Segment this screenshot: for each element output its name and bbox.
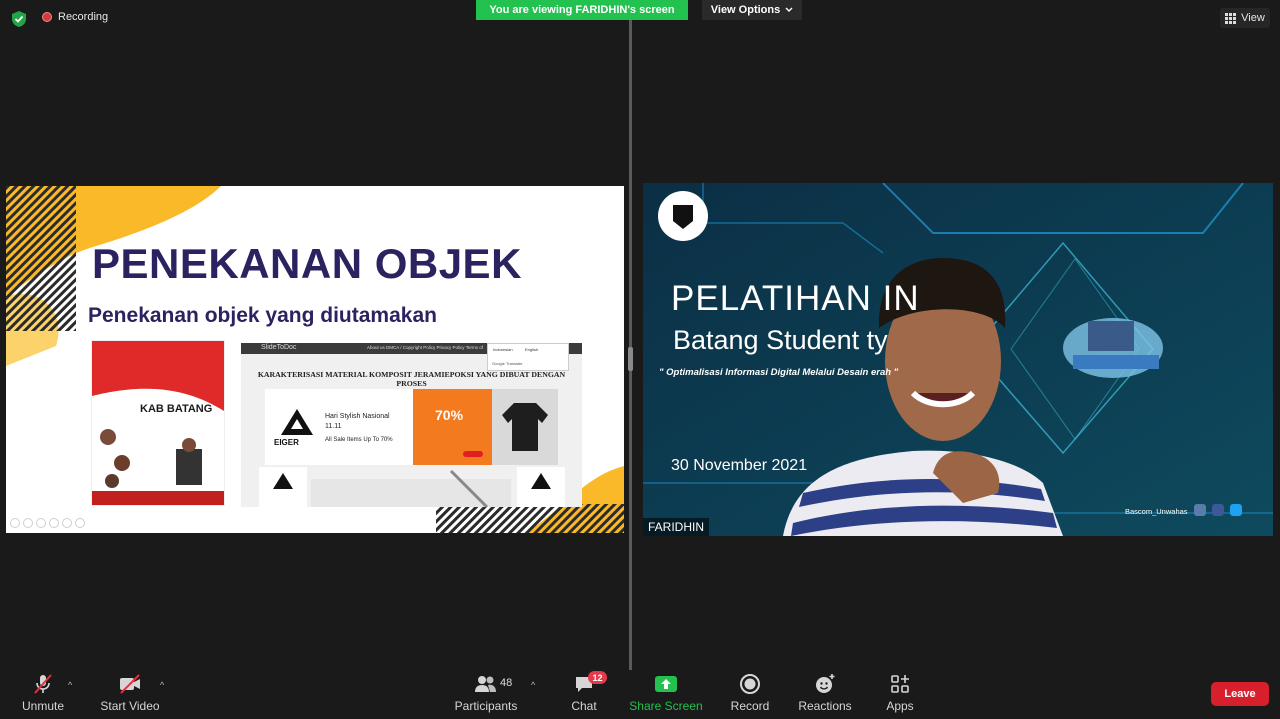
translate-popup: Indonesian English Google Translate <box>487 343 569 371</box>
video-bg-subtitle: Batang Student ty <box>673 325 888 355</box>
leave-meeting-button[interactable]: Leave <box>1211 682 1269 706</box>
share-screen-label: Share Screen <box>629 699 703 713</box>
unmute-button[interactable]: Unmute <box>18 672 68 719</box>
reactions-smiley-icon <box>816 674 835 693</box>
record-icon <box>740 674 760 694</box>
chevron-down-icon <box>785 7 793 12</box>
viewing-screen-banner: You are viewing FARIDHIN's screen <box>476 0 688 20</box>
view-options-label: View Options <box>710 4 781 16</box>
embedded-webpage-screenshot: SlideToDoc About us DMCA / Copyright Pol… <box>241 343 582 507</box>
ad-brand-text: EIGER <box>274 438 299 447</box>
record-label: Record <box>730 699 770 713</box>
next-slide-icon[interactable] <box>23 518 33 528</box>
ad-percent: 70% <box>435 407 464 423</box>
recording-dot-icon <box>42 12 52 22</box>
video-bg-title: PELATIHAN IN <box>671 279 920 318</box>
apps-label: Apps <box>886 699 914 713</box>
eiger-logo-icon <box>281 409 313 435</box>
ad-line-2: 11.11 <box>325 423 342 430</box>
video-off-camera-icon <box>120 674 140 694</box>
apps-icon <box>891 675 909 693</box>
split-view-divider[interactable] <box>629 20 632 670</box>
share-screen-button[interactable]: Share Screen <box>628 672 704 719</box>
webpage-logo: SlideToDoc <box>261 344 297 351</box>
unmute-label: Unmute <box>21 699 65 713</box>
participant-video-tile[interactable]: PELATIHAN IN Batang Student ty " Optimal… <box>643 183 1273 536</box>
participants-people-icon <box>475 676 496 692</box>
participants-options-caret-icon[interactable]: ^ <box>531 680 535 690</box>
video-bg-tagline: " Optimalisasi Informasi Digital Melalui… <box>659 367 899 378</box>
view-button-label: View <box>1241 12 1265 24</box>
recording-label: Recording <box>58 11 109 23</box>
poster-title: KAB BATANG <box>140 403 213 415</box>
poster-graphic <box>92 341 224 505</box>
start-video-label: Start Video <box>100 699 160 713</box>
more-options-icon[interactable] <box>75 518 85 528</box>
view-button[interactable]: View <box>1220 8 1270 28</box>
jacket-image <box>502 403 548 451</box>
security-shield-icon[interactable] <box>10 10 28 28</box>
webpage-nav-links: About us DMCA / Copyright Policy Privacy… <box>367 345 483 350</box>
shared-screen-slide: PENEKANAN OBJEK Penekanan objek yang diu… <box>6 186 624 533</box>
audio-options-caret-icon[interactable]: ^ <box>68 680 72 690</box>
slide-controls[interactable] <box>10 518 85 528</box>
record-button[interactable]: Record <box>728 672 772 719</box>
video-options-caret-icon[interactable]: ^ <box>160 680 164 690</box>
chat-unread-badge: 12 <box>588 671 607 684</box>
chat-label: Chat <box>571 699 597 713</box>
start-video-button[interactable]: Start Video <box>98 672 162 719</box>
popup-google-translate: Google Translate <box>492 361 523 366</box>
webpage-lower-ads <box>259 467 565 507</box>
video-background-graphic <box>643 183 1273 536</box>
participants-label: Participants <box>454 699 518 713</box>
reactions-button[interactable]: Reactions <box>796 672 854 719</box>
highlighter-icon[interactable] <box>49 518 59 528</box>
muted-microphone-icon <box>34 674 52 694</box>
participants-count: 48 <box>500 677 513 689</box>
recording-indicator[interactable]: Recording <box>42 11 108 23</box>
zoom-icon[interactable] <box>62 518 72 528</box>
webpage-heading: KARAKTERISASI MATERIAL KOMPOSIT JERAMIEP… <box>257 370 566 388</box>
grid-icon <box>1225 12 1237 24</box>
pen-tool-icon[interactable] <box>36 518 46 528</box>
participant-name-tag: FARIDHIN <box>643 518 710 536</box>
video-bg-date: 30 November 2021 <box>671 457 808 474</box>
slide-subtitle: Penekanan objek yang diutamakan <box>88 304 437 327</box>
reactions-label: Reactions <box>798 699 852 713</box>
prev-slide-icon[interactable] <box>10 518 20 528</box>
social-icons <box>1194 504 1242 516</box>
slide-title: PENEKANAN OBJEK <box>92 240 522 287</box>
ad-line-3: All Sale Items Up To 70% <box>325 437 393 443</box>
popup-lang-english: English <box>525 347 539 352</box>
ad-promo-panel: 70% <box>413 389 492 465</box>
ad-product-image <box>492 389 558 465</box>
advertisement-banner: EIGER Hari Stylish Nasional 11.11 All Sa… <box>265 389 558 465</box>
divider-drag-handle[interactable] <box>628 347 633 371</box>
ad-line-1: Hari Stylish Nasional <box>325 413 390 420</box>
popup-lang-indonesian: Indonesian <box>493 347 513 352</box>
view-options-button[interactable]: View Options <box>702 0 802 20</box>
share-screen-arrow-icon <box>655 676 677 692</box>
video-bg-social-handle: Bascom_Unwahas <box>1125 507 1188 516</box>
poster-image: KAB BATANG <box>91 340 225 506</box>
apps-button[interactable]: Apps <box>880 672 920 719</box>
